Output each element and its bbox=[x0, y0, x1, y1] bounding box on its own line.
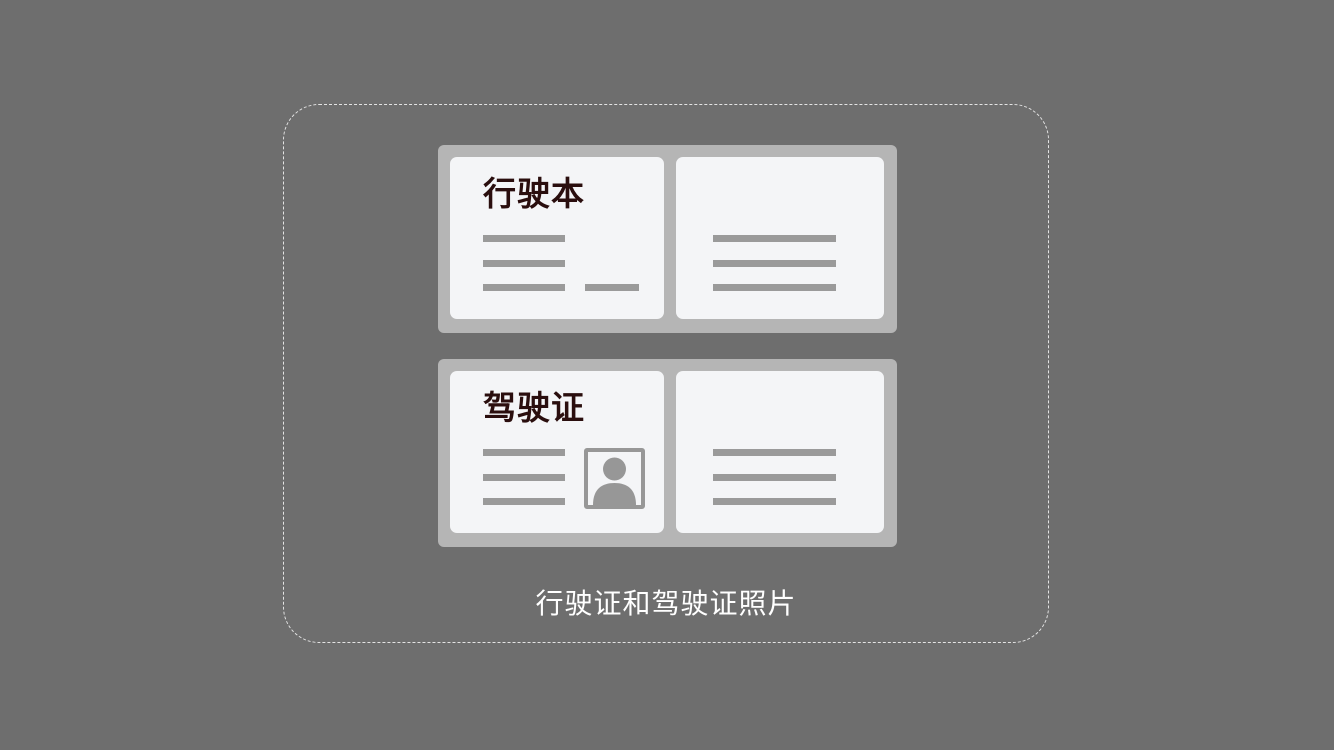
text-placeholder-line bbox=[483, 260, 565, 267]
upload-caption: 行驶证和驾驶证照片 bbox=[535, 587, 797, 620]
driver-license-title: 驾驶证 bbox=[483, 388, 585, 427]
text-placeholder-line bbox=[483, 449, 565, 456]
text-placeholder-line bbox=[483, 474, 565, 481]
text-placeholder-line bbox=[713, 449, 836, 456]
text-placeholder-line bbox=[483, 498, 565, 505]
text-placeholder-line bbox=[483, 235, 565, 242]
text-placeholder-line bbox=[713, 474, 836, 481]
text-placeholder-line bbox=[713, 235, 836, 242]
vehicle-license-title: 行驶本 bbox=[483, 174, 585, 213]
driver-license-illustration: 驾驶证 bbox=[438, 359, 897, 547]
driver-license-back-page bbox=[676, 371, 884, 533]
vehicle-license-illustration: 行驶本 bbox=[438, 145, 897, 333]
driver-license-front-page: 驾驶证 bbox=[450, 371, 664, 533]
vehicle-license-front-page: 行驶本 bbox=[450, 157, 664, 319]
text-placeholder-line bbox=[585, 284, 639, 291]
text-placeholder-line bbox=[713, 498, 836, 505]
text-placeholder-line bbox=[483, 284, 565, 291]
text-placeholder-line bbox=[713, 284, 836, 291]
person-portrait-icon bbox=[584, 448, 645, 509]
text-placeholder-line bbox=[713, 260, 836, 267]
vehicle-license-back-page bbox=[676, 157, 884, 319]
